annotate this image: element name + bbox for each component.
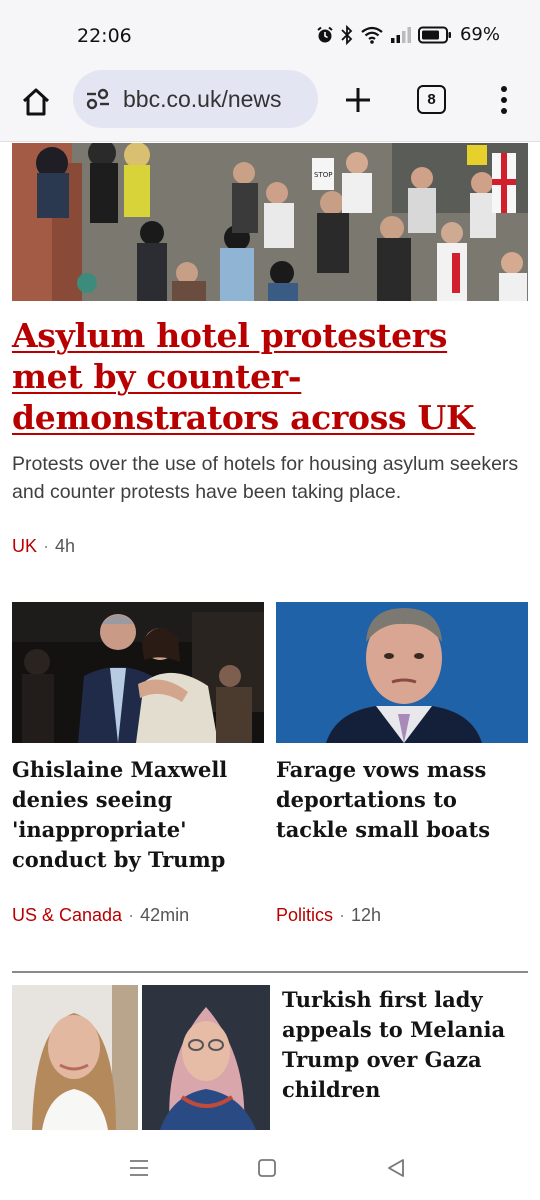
- card-title-farage[interactable]: Farage vows mass deportations to tackle …: [276, 755, 528, 845]
- tabs-button[interactable]: 8: [417, 85, 446, 114]
- status-bar: 22:06 69%: [0, 0, 540, 70]
- wifi-icon: [360, 26, 384, 44]
- status-icons: 69%: [316, 24, 500, 45]
- card-image-maxwell[interactable]: [12, 602, 264, 743]
- card-image-farage[interactable]: [276, 602, 528, 743]
- url-text: bbc.co.uk/news: [123, 85, 282, 112]
- more-menu-icon[interactable]: [490, 80, 518, 120]
- card-topic-link-maxwell[interactable]: US & Canada: [12, 905, 122, 925]
- battery-percent: 69%: [459, 24, 500, 45]
- hero-summary: Protests over the use of hotels for hous…: [12, 453, 519, 503]
- home-nav-icon[interactable]: [252, 1153, 282, 1183]
- system-nav-bar: [0, 1133, 540, 1200]
- recent-apps-icon[interactable]: [124, 1153, 154, 1183]
- bluetooth-icon: [340, 24, 354, 45]
- hero-topic-link[interactable]: UK: [12, 536, 37, 556]
- new-tab-button[interactable]: [338, 80, 378, 120]
- signal-icon: [390, 26, 412, 43]
- card-timestamp-farage: 12h: [351, 905, 382, 925]
- browser-toolbar: bbc.co.uk/news 8: [0, 70, 540, 142]
- card-meta-farage: Politics · 12h: [276, 905, 382, 925]
- story-title-first-lady[interactable]: Turkish first lady appeals to Melania Tr…: [282, 985, 532, 1105]
- home-icon: [22, 88, 50, 116]
- hero-headline[interactable]: Asylum hotel protesters met by counter-d…: [12, 315, 528, 438]
- alarm-icon: [316, 26, 334, 44]
- card-timestamp-maxwell: 42min: [140, 905, 190, 925]
- card-title-maxwell[interactable]: Ghislaine Maxwell denies seeing 'inappro…: [12, 755, 264, 875]
- back-icon[interactable]: [381, 1153, 411, 1183]
- card-meta-maxwell: US & Canada · 42min: [12, 905, 190, 925]
- tabs-icon: 8: [427, 91, 436, 108]
- story-image-first-ladies[interactable]: [12, 985, 270, 1130]
- card-topic-link-farage[interactable]: Politics: [276, 905, 333, 925]
- address-bar[interactable]: bbc.co.uk/news: [73, 70, 318, 128]
- site-settings-icon[interactable]: [85, 88, 111, 110]
- home-button[interactable]: [16, 82, 56, 122]
- section-divider: [12, 971, 528, 973]
- svg-text:STOP: STOP: [314, 171, 332, 179]
- battery-icon: [417, 26, 452, 44]
- new-tab-icon: [346, 88, 370, 112]
- status-time: 22:06: [77, 25, 132, 47]
- hero-image[interactable]: STOP: [12, 143, 528, 301]
- hero-timestamp: 4h: [55, 536, 76, 556]
- hero-meta: UK · 4h: [12, 536, 76, 556]
- news-feed: STOP Asylum hotel protesters met by coun…: [0, 143, 540, 1133]
